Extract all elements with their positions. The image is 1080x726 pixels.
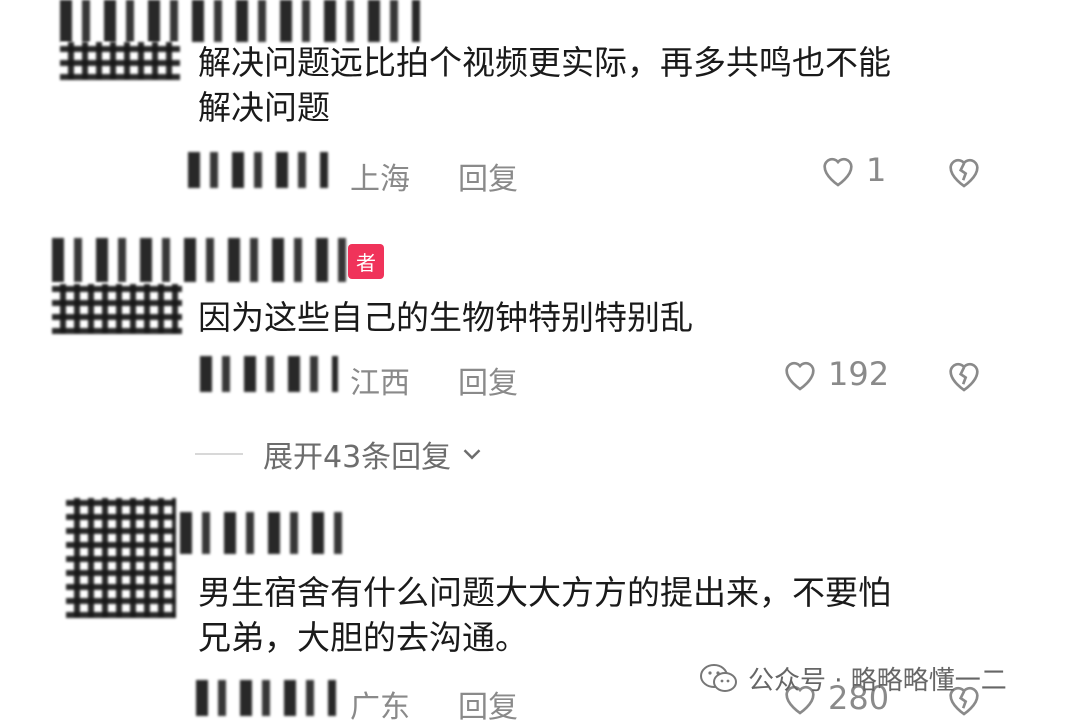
comment-line: 解决问题远比拍个视频更实际，再多共鸣也不能 xyxy=(198,43,891,82)
reply-button[interactable]: 回复 xyxy=(458,154,518,198)
blurred-date xyxy=(196,680,336,716)
blurred-date xyxy=(188,152,328,188)
watermark: 公众号 · 略略略懂一二 xyxy=(700,660,1007,697)
comment-line: 男生宿舍有什么问题大大方方的提出来，不要怕 xyxy=(198,573,891,612)
author-badge: 者 xyxy=(348,244,384,279)
blurred-avatar xyxy=(60,42,180,80)
location-label: 上海 xyxy=(350,162,410,197)
comment-line: 兄弟，大胆的去沟通。 xyxy=(198,618,528,657)
comment-line: 因为这些自己的生物钟特别特别乱 xyxy=(198,298,693,337)
comment-text: 解决问题远比拍个视频更实际，再多共鸣也不能 解决问题 xyxy=(198,40,998,130)
watermark-text: 公众号 · 略略略懂一二 xyxy=(748,666,1007,696)
reply-button[interactable]: 回复 xyxy=(458,358,518,402)
location-label: 广东 xyxy=(350,690,410,725)
comment-text: 因为这些自己的生物钟特别特别乱 xyxy=(198,295,998,340)
like-count: 192 xyxy=(828,355,890,393)
comment-text: 男生宿舍有什么问题大大方方的提出来，不要怕 兄弟，大胆的去沟通。 xyxy=(198,570,998,660)
like-button[interactable]: 1 xyxy=(818,150,886,190)
broken-heart-icon xyxy=(949,158,979,188)
location-label: 江西 xyxy=(350,366,410,401)
blurred-avatar xyxy=(52,284,182,334)
like-count: 1 xyxy=(866,151,887,189)
blurred-username xyxy=(52,238,352,282)
dislike-button[interactable] xyxy=(944,355,984,399)
dislike-button[interactable] xyxy=(944,151,984,195)
comment-line: 解决问题 xyxy=(198,88,330,127)
blurred-username xyxy=(180,512,350,554)
blurred-date xyxy=(200,356,338,392)
heart-icon xyxy=(823,157,853,187)
blurred-avatar xyxy=(66,498,176,618)
expand-replies-label: 展开43条回复 xyxy=(263,440,452,475)
like-button[interactable]: 192 xyxy=(780,354,889,394)
wechat-icon xyxy=(700,663,737,692)
reply-button[interactable]: 回复 xyxy=(458,682,518,726)
broken-heart-icon xyxy=(949,362,979,392)
divider xyxy=(195,453,243,455)
blurred-username xyxy=(60,0,420,42)
heart-icon xyxy=(785,361,815,391)
chevron-down-icon xyxy=(463,449,481,460)
expand-replies-button[interactable]: 展开43条回复 xyxy=(195,432,487,476)
